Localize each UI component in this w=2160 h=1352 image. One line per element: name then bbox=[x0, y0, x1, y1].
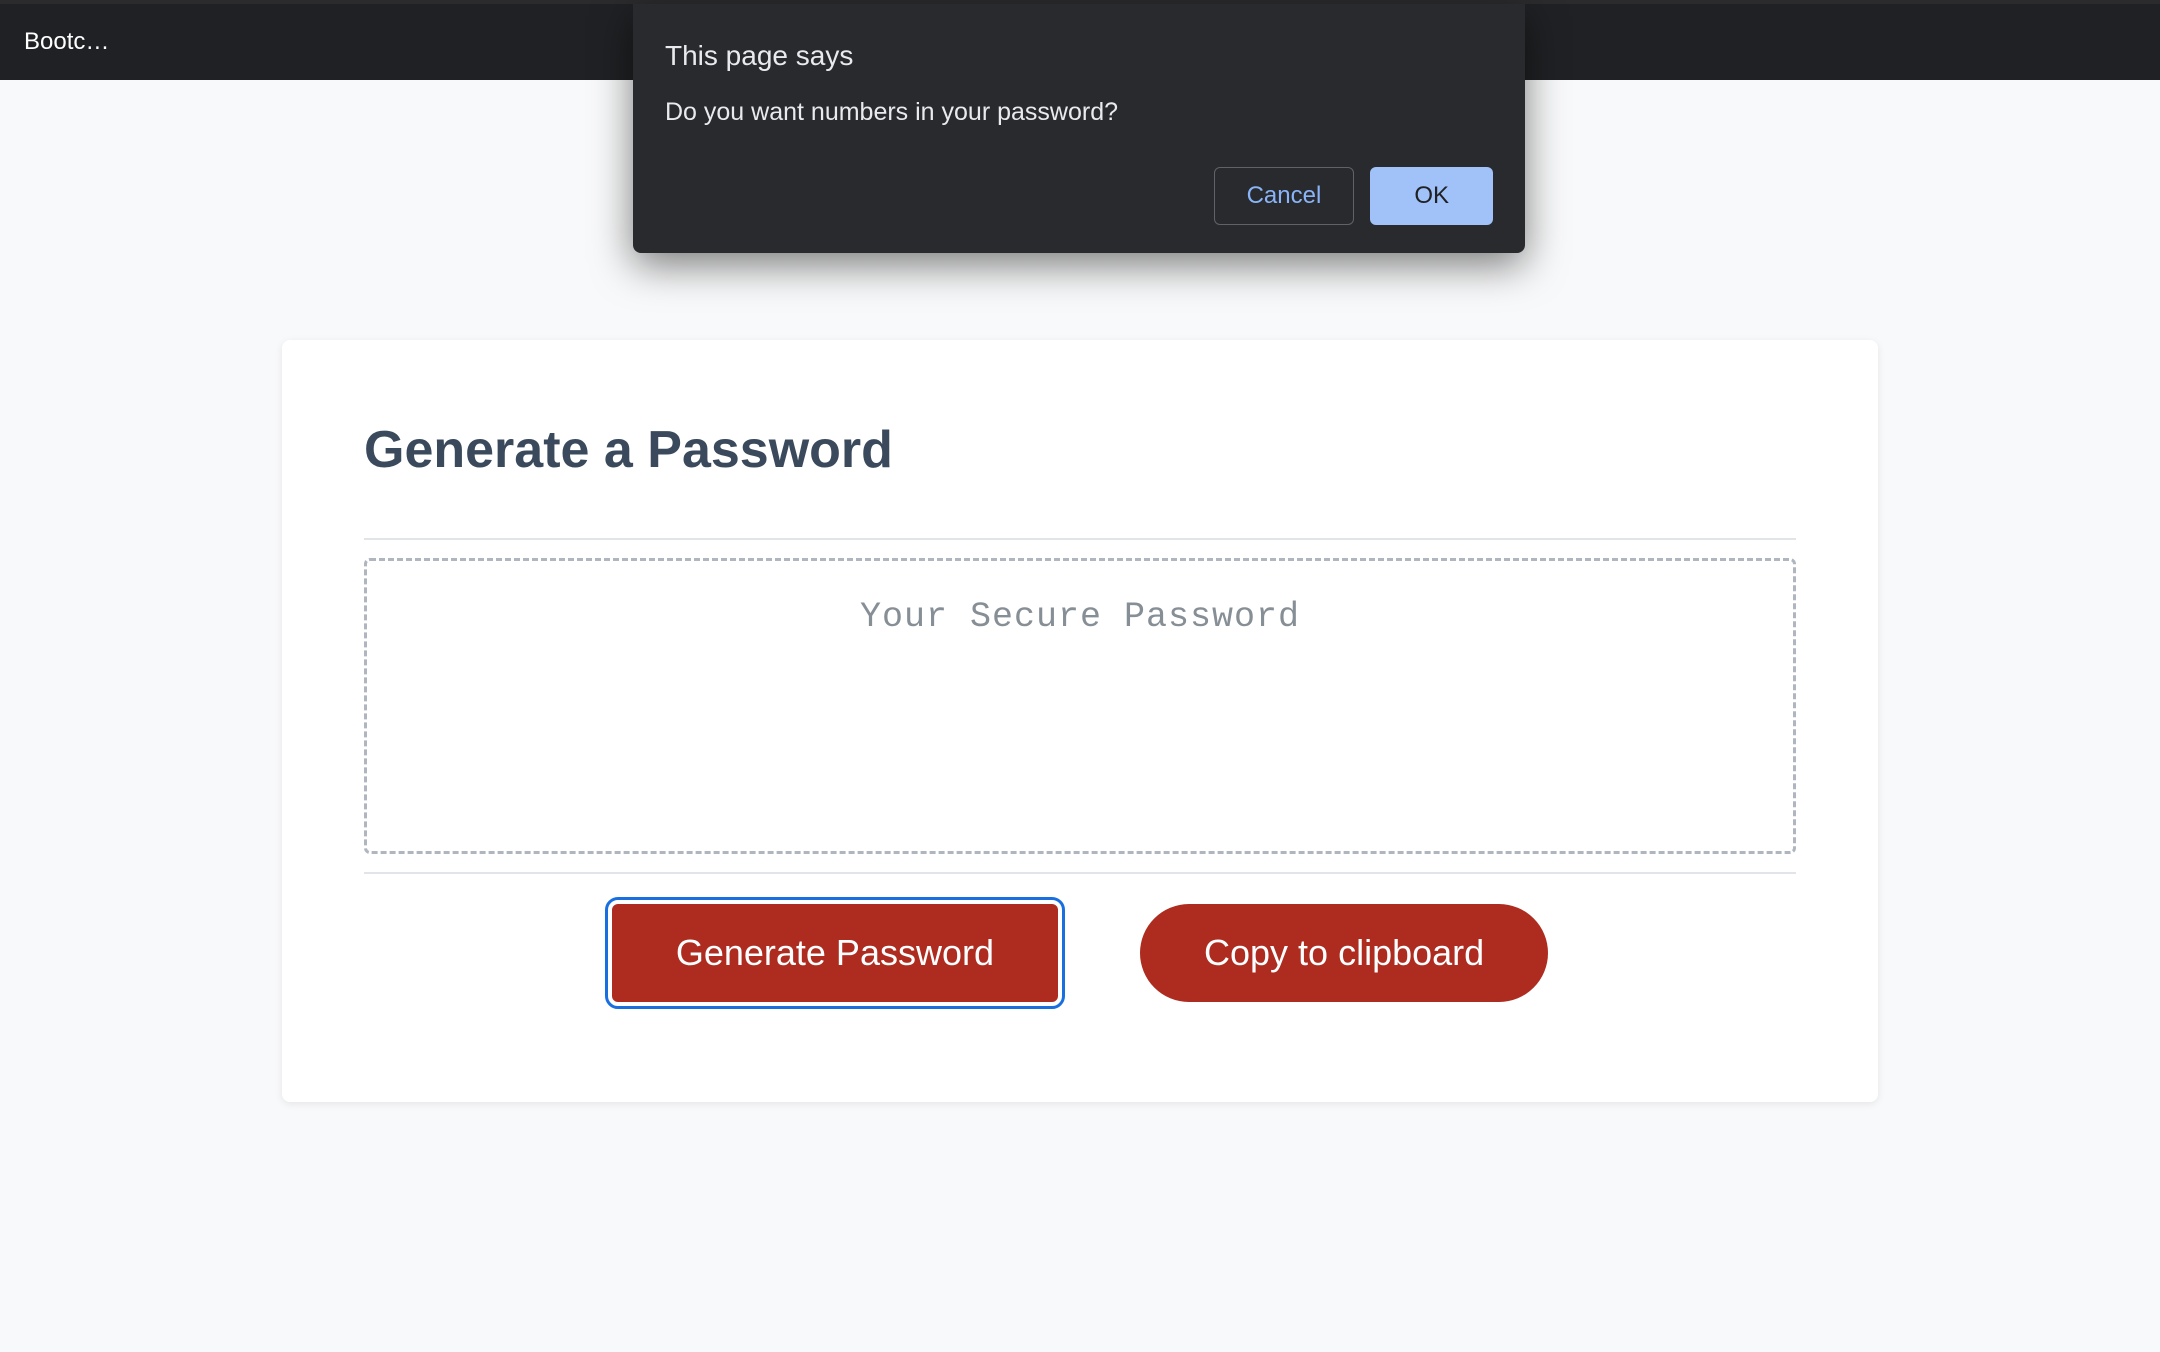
browser-tab[interactable]: Bootc… bbox=[10, 18, 123, 66]
dialog-title: This page says bbox=[665, 40, 1493, 72]
password-placeholder-text: Your Secure Password bbox=[387, 597, 1773, 637]
button-row: Generate Password Copy to clipboard bbox=[364, 904, 1796, 1002]
cancel-button[interactable]: Cancel bbox=[1214, 167, 1355, 225]
password-output-box: Your Secure Password bbox=[364, 558, 1796, 854]
ok-button[interactable]: OK bbox=[1370, 167, 1493, 225]
dialog-message: Do you want numbers in your password? bbox=[665, 98, 1493, 127]
divider bbox=[364, 538, 1796, 540]
divider bbox=[364, 872, 1796, 874]
page-title: Generate a Password bbox=[364, 420, 1796, 480]
password-generator-card: Generate a Password Your Secure Password… bbox=[282, 340, 1878, 1102]
dialog-button-row: Cancel OK bbox=[665, 167, 1493, 225]
copy-to-clipboard-button[interactable]: Copy to clipboard bbox=[1140, 904, 1548, 1002]
confirm-dialog: This page says Do you want numbers in yo… bbox=[633, 4, 1525, 253]
generate-password-button[interactable]: Generate Password bbox=[612, 904, 1058, 1002]
